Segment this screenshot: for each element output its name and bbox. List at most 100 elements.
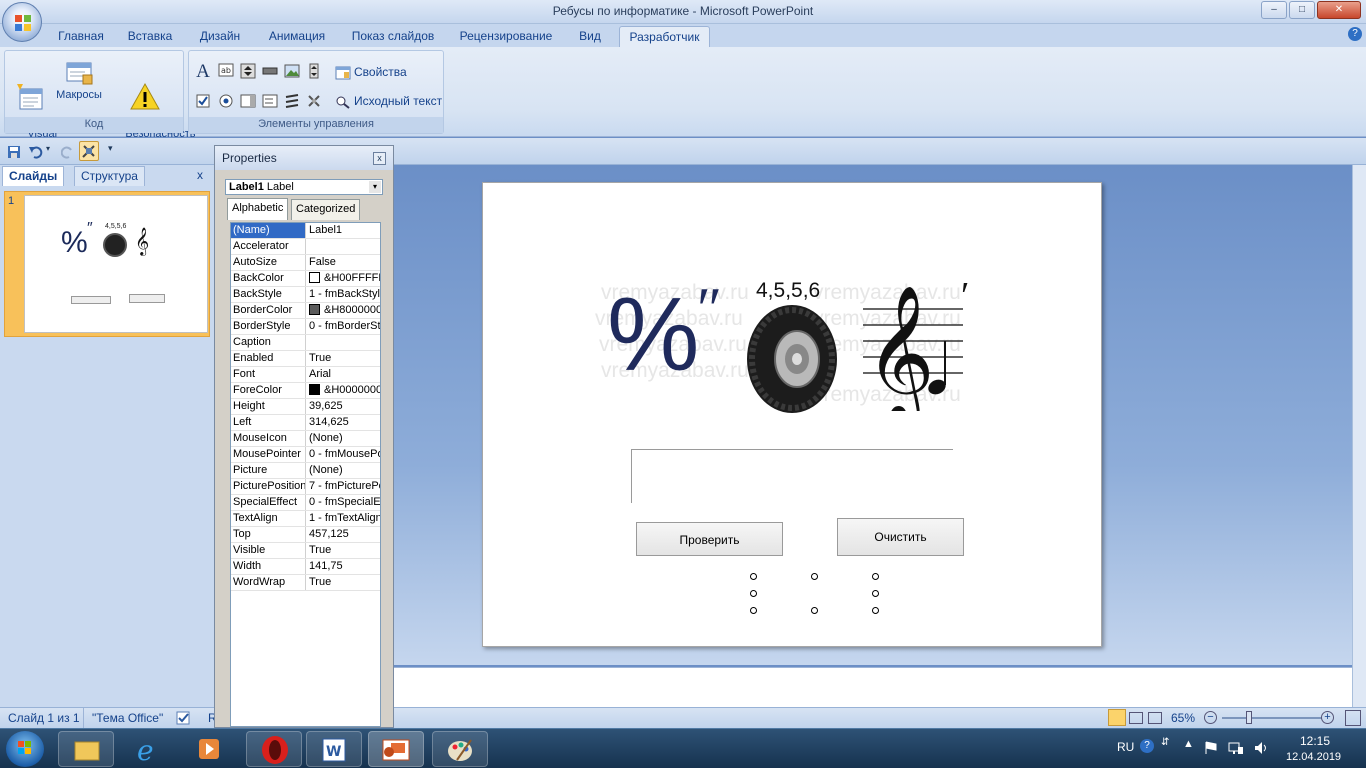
tab-developer[interactable]: Разработчик: [619, 26, 710, 48]
scrollbar-control-icon[interactable]: [261, 63, 279, 81]
selection-handle[interactable]: [872, 573, 879, 580]
property-value[interactable]: 141,75: [307, 559, 380, 574]
selection-handle[interactable]: [811, 573, 818, 580]
more-controls-icon[interactable]: [305, 93, 323, 111]
clear-button[interactable]: Очистить: [837, 518, 964, 556]
selection-handle[interactable]: [872, 590, 879, 597]
property-row[interactable]: Visible True: [231, 543, 380, 559]
spellcheck-icon[interactable]: [176, 711, 192, 725]
property-row[interactable]: Accelerator: [231, 239, 380, 255]
object-selector[interactable]: Label1 Label ▾: [225, 179, 383, 195]
property-row[interactable]: ForeColor &H0000000: [231, 383, 380, 399]
close-panel-icon[interactable]: x: [197, 168, 203, 182]
slide-thumbnail[interactable]: 1 % ″ 4,5,5,6 𝄞: [4, 191, 210, 337]
show-hidden-icons-icon[interactable]: ▲: [1183, 738, 1194, 750]
taskbar-word[interactable]: W: [306, 731, 362, 767]
property-value[interactable]: &H00FFFFFF: [307, 271, 380, 286]
tab-view[interactable]: Вид: [572, 26, 608, 48]
tab-animation[interactable]: Анимация: [262, 26, 332, 48]
checkbox-control-icon[interactable]: [194, 93, 212, 111]
save-icon[interactable]: [7, 145, 21, 159]
clock-time[interactable]: 12:15: [1300, 734, 1330, 748]
spinbutton-control-icon[interactable]: [305, 63, 323, 81]
property-value[interactable]: [307, 239, 380, 254]
toggle-control-icon[interactable]: [283, 93, 301, 111]
property-value[interactable]: (None): [307, 431, 380, 446]
tray-expand-icon[interactable]: ⇵: [1161, 737, 1169, 748]
property-value[interactable]: True: [307, 543, 380, 558]
property-row[interactable]: Caption: [231, 335, 380, 351]
combobox-control-icon[interactable]: [239, 93, 257, 111]
taskbar-paint[interactable]: [432, 731, 488, 767]
close-window-button[interactable]: ✕: [1317, 1, 1361, 19]
notes-pane[interactable]: [394, 667, 1352, 707]
property-row[interactable]: BorderStyle 0 - fmBorderSt: [231, 319, 380, 335]
property-row[interactable]: Picture (None): [231, 463, 380, 479]
properties-button[interactable]: Свойства: [335, 63, 407, 81]
volume-icon[interactable]: [1254, 741, 1268, 755]
slide-canvas[interactable]: vremyazabav.ru vremyazabav.ru vremyazaba…: [482, 182, 1102, 647]
tab-categorized[interactable]: Categorized: [291, 199, 361, 220]
redo-icon[interactable]: [61, 145, 75, 159]
tab-home[interactable]: Главная: [53, 26, 109, 48]
taskbar-ie[interactable]: e: [120, 731, 176, 767]
radio-control-icon[interactable]: [217, 93, 235, 111]
selection-handle[interactable]: [750, 573, 757, 580]
property-value[interactable]: 457,125: [307, 527, 380, 542]
tab-slides[interactable]: Слайды: [2, 166, 65, 186]
property-value[interactable]: True: [307, 351, 380, 366]
view-code-button[interactable]: Исходный текст: [335, 92, 442, 110]
property-row[interactable]: Font Arial: [231, 367, 380, 383]
property-value[interactable]: 0 - fmBorderSt: [307, 319, 380, 334]
property-value[interactable]: (None): [307, 463, 380, 478]
property-value[interactable]: 0 - fmMousePo: [307, 447, 380, 462]
answer-textbox[interactable]: [631, 449, 953, 503]
property-row[interactable]: (Name) Label1: [231, 223, 380, 239]
zoom-slider[interactable]: [1222, 717, 1322, 719]
taskbar-explorer[interactable]: [58, 731, 114, 767]
macros-button[interactable]: Макросы: [53, 53, 105, 102]
property-row[interactable]: MouseIcon (None): [231, 431, 380, 447]
property-value[interactable]: Arial: [307, 367, 380, 382]
property-row[interactable]: BackStyle 1 - fmBackStyle: [231, 287, 380, 303]
property-row[interactable]: WordWrap True: [231, 575, 380, 591]
property-value[interactable]: 7 - fmPicturePo: [307, 479, 380, 494]
property-row[interactable]: BackColor&H00FFFFFF: [231, 271, 380, 287]
image-control-icon[interactable]: [283, 63, 301, 81]
property-row[interactable]: Top 457,125: [231, 527, 380, 543]
check-button[interactable]: Проверить: [636, 522, 783, 556]
slideshow-view-icon[interactable]: [1148, 712, 1162, 724]
fit-to-window-icon[interactable]: [1345, 710, 1361, 726]
textbox-control-icon[interactable]: ab: [217, 63, 235, 81]
property-value[interactable]: &H0000000: [307, 383, 380, 398]
selection-handle[interactable]: [750, 590, 757, 597]
listbox-control-icon[interactable]: [261, 93, 279, 111]
tab-slideshow[interactable]: Показ слайдов: [346, 26, 440, 48]
property-row[interactable]: Enabled True: [231, 351, 380, 367]
taskbar-powerpoint[interactable]: [368, 731, 424, 767]
property-value[interactable]: 1 - fmBackStyle: [307, 287, 380, 302]
input-language[interactable]: RU: [1117, 740, 1134, 754]
property-value[interactable]: 1 - fmTextAlign: [307, 511, 380, 526]
property-value[interactable]: 39,625: [307, 399, 380, 414]
undo-dropdown-icon[interactable]: ▾: [46, 144, 50, 153]
help-icon[interactable]: ?: [1348, 27, 1362, 41]
property-row[interactable]: AutoSize False: [231, 255, 380, 271]
selection-handle[interactable]: [872, 607, 879, 614]
property-row[interactable]: Left 314,625: [231, 415, 380, 431]
property-row[interactable]: TextAlign 1 - fmTextAlign: [231, 511, 380, 527]
property-row[interactable]: Height 39,625: [231, 399, 380, 415]
object-dropdown-icon[interactable]: ▾: [369, 181, 381, 193]
zoom-level[interactable]: 65%: [1171, 711, 1195, 725]
design-mode-button[interactable]: [79, 141, 99, 161]
property-row[interactable]: PicturePosition 7 - fmPicturePo: [231, 479, 380, 495]
property-row[interactable]: MousePointer 0 - fmMousePo: [231, 447, 380, 463]
start-button[interactable]: [6, 731, 44, 767]
selection-handle[interactable]: [811, 607, 818, 614]
property-row[interactable]: Width 141,75: [231, 559, 380, 575]
selection-handle[interactable]: [750, 607, 757, 614]
property-value[interactable]: False: [307, 255, 380, 270]
tab-insert[interactable]: Вставка: [122, 26, 178, 48]
property-value[interactable]: &H8000000: [307, 303, 380, 318]
taskbar-opera[interactable]: [246, 731, 302, 767]
